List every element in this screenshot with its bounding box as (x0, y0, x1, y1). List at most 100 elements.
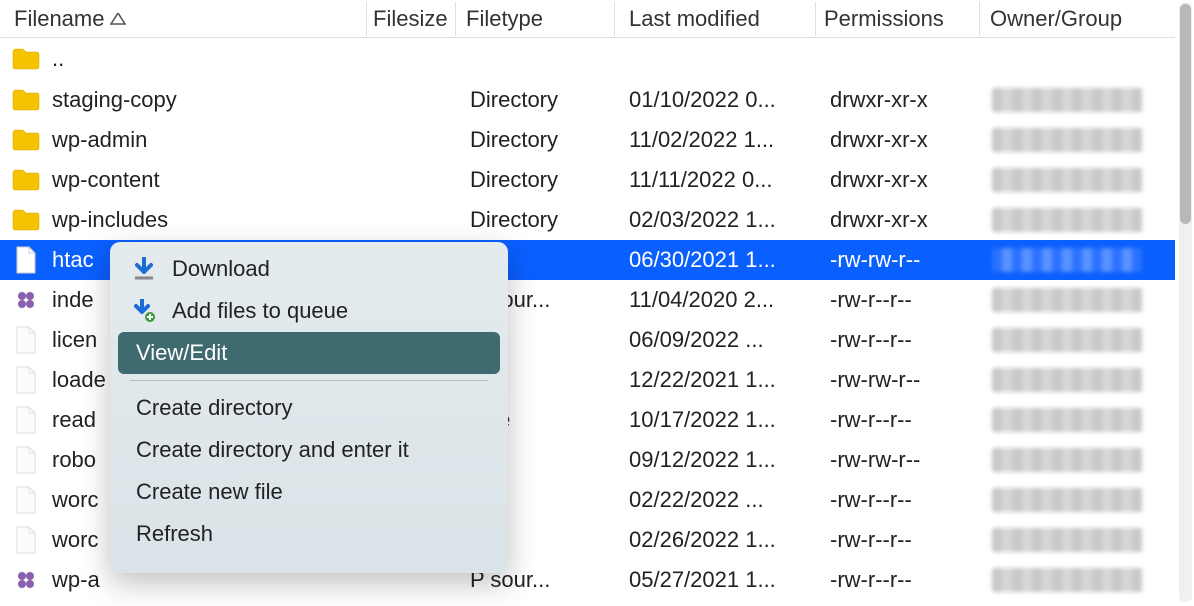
cell-permissions: drwxr-xr-x (816, 203, 980, 237)
menu-create-directory[interactable]: Create directory (118, 387, 500, 429)
cell-owner-group (980, 128, 1155, 152)
redacted-owner (992, 448, 1142, 472)
cell-modified: 02/26/2022 1... (615, 523, 816, 557)
cell-permissions: -rw-r--r-- (816, 483, 980, 517)
cell-permissions (816, 55, 980, 63)
file-icon (12, 487, 40, 513)
menu-create-new-file[interactable]: Create new file (118, 471, 500, 513)
cell-permissions: -rw-r--r-- (816, 403, 980, 437)
cell-modified: 11/02/2022 1... (615, 123, 816, 157)
table-row[interactable]: wp-includes Directory02/03/2022 1...drwxr… (0, 200, 1175, 240)
filename-text: wp-admin (52, 127, 147, 153)
menu-create-dir-label: Create directory (136, 395, 293, 421)
cell-modified: 11/11/2022 0... (615, 163, 816, 197)
folder-icon (12, 127, 40, 153)
menu-view-edit[interactable]: View/Edit (118, 332, 500, 374)
table-row[interactable]: wp-content Directory11/11/2022 0...drwxr-… (0, 160, 1175, 200)
cell-filesize (367, 576, 456, 584)
header-permissions[interactable]: Permissions (816, 2, 980, 36)
file-icon (12, 367, 40, 393)
cell-permissions: drwxr-xr-x (816, 163, 980, 197)
redacted-owner (992, 288, 1142, 312)
menu-divider (130, 380, 488, 381)
cell-owner-group (980, 568, 1155, 592)
cell-filetype (456, 55, 615, 63)
cell-modified: 09/12/2022 1... (615, 443, 816, 477)
header-filename-label: Filename (14, 6, 104, 32)
cell-modified: 01/10/2022 0... (615, 83, 816, 117)
folder-icon (12, 46, 40, 72)
menu-create-dir-enter-label: Create directory and enter it (136, 437, 409, 463)
table-row[interactable]: wp-adminDirectory11/02/2022 1...drwxr-xr… (0, 120, 1175, 160)
filename-text: inde (52, 287, 94, 313)
redacted-owner (992, 528, 1142, 552)
menu-refresh[interactable]: Refresh (118, 513, 500, 555)
menu-add-to-queue[interactable]: Add files to queue (118, 290, 500, 332)
table-row[interactable]: .. (0, 38, 1175, 80)
redacted-owner (992, 488, 1142, 512)
header-filetype[interactable]: Filetype (456, 2, 615, 36)
filename-text: robo (52, 447, 96, 473)
cell-filetype: Directory (456, 163, 615, 197)
cell-filename: wp-content (0, 163, 367, 197)
header-filesize[interactable]: Filesize (367, 2, 456, 36)
column-headers: Filename Filesize Filetype Last modified… (0, 0, 1175, 38)
filename-text: worc (52, 487, 98, 513)
filename-text: worc (52, 527, 98, 553)
cell-filetype: Directory (456, 203, 615, 237)
file-icon (12, 407, 40, 433)
redacted-owner (992, 248, 1142, 272)
redacted-owner (992, 208, 1142, 232)
cell-filesize (367, 136, 456, 144)
cell-filename: .. (0, 42, 367, 76)
header-last-modified[interactable]: Last modified (615, 2, 816, 36)
vertical-scrollbar[interactable] (1179, 2, 1192, 602)
cell-modified: 11/04/2020 2... (615, 283, 816, 317)
header-owner-group[interactable]: Owner/Group (980, 2, 1155, 36)
menu-download[interactable]: Download (118, 248, 500, 290)
filename-text: wp-a (52, 567, 100, 593)
file-icon (12, 447, 40, 473)
cell-filename: wp-admin (0, 123, 367, 157)
cell-owner-group (980, 488, 1155, 512)
cell-filename: wp-includes (0, 203, 367, 237)
redacted-owner (992, 408, 1142, 432)
header-filesize-label: Filesize (373, 6, 448, 32)
filename-text: wp-includes (52, 207, 168, 233)
scroll-thumb[interactable] (1180, 4, 1191, 224)
add-to-queue-icon (132, 299, 156, 323)
header-filename[interactable]: Filename (0, 2, 367, 36)
header-permissions-label: Permissions (824, 6, 944, 32)
folder-icon (12, 207, 40, 233)
cell-modified: 06/09/2022 ... (615, 323, 816, 357)
redacted-owner (992, 128, 1142, 152)
cell-filetype: Directory (456, 83, 615, 117)
menu-add-queue-label: Add files to queue (172, 298, 348, 324)
cell-permissions: -rw-rw-r-- (816, 243, 980, 277)
php-file-icon (12, 567, 40, 593)
filename-text: htac (52, 247, 94, 273)
cell-permissions: -rw-r--r-- (816, 323, 980, 357)
cell-modified: 02/03/2022 1... (615, 203, 816, 237)
cell-filesize (367, 96, 456, 104)
header-modified-label: Last modified (629, 6, 760, 32)
cell-permissions: -rw-r--r-- (816, 563, 980, 597)
redacted-owner (992, 568, 1142, 592)
php-file-icon (12, 287, 40, 313)
cell-permissions: -rw-r--r-- (816, 283, 980, 317)
context-menu: Download Add files to queue View/Edit Cr… (110, 242, 508, 573)
cell-permissions: drwxr-xr-x (816, 123, 980, 157)
menu-view-edit-label: View/Edit (136, 340, 227, 366)
table-row[interactable]: staging-copyDirectory01/10/2022 0...drwx… (0, 80, 1175, 120)
filename-text: staging-copy (52, 87, 177, 113)
menu-download-label: Download (172, 256, 270, 282)
sort-ascending-icon (110, 13, 126, 25)
menu-create-directory-enter[interactable]: Create directory and enter it (118, 429, 500, 471)
filename-text: .. (52, 46, 64, 72)
header-filetype-label: Filetype (466, 6, 543, 32)
cell-modified (615, 55, 816, 63)
cell-permissions: -rw-rw-r-- (816, 363, 980, 397)
menu-refresh-label: Refresh (136, 521, 213, 547)
cell-modified: 10/17/2022 1... (615, 403, 816, 437)
cell-owner-group (980, 448, 1155, 472)
